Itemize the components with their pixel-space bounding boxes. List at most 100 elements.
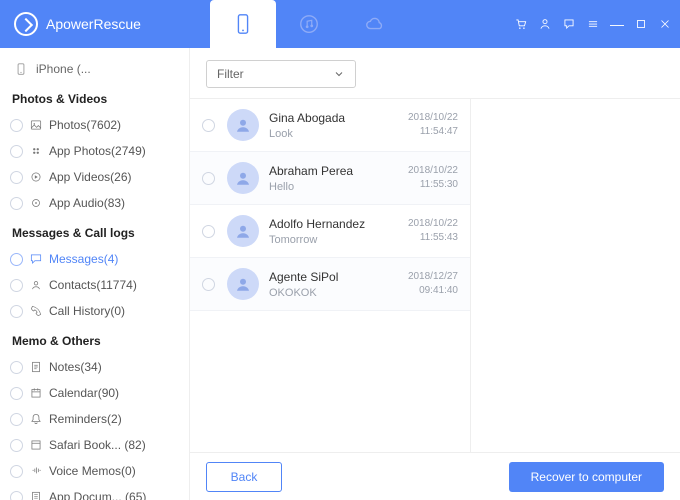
avatar (227, 268, 259, 300)
message-time: 09:41:40 (408, 284, 458, 298)
radio-icon (10, 465, 23, 478)
sidebar-item-label: Call History(0) (49, 304, 125, 318)
menu-icon[interactable] (586, 17, 600, 31)
radio-icon (10, 145, 23, 158)
person-icon (234, 116, 252, 134)
calendar-icon (29, 386, 43, 400)
phone-icon (232, 13, 254, 35)
sidebar-item-label: App Videos(26) (49, 170, 132, 184)
sidebar-item-label: Notes(34) (49, 360, 102, 374)
cart-icon[interactable] (514, 17, 528, 31)
sidebar-item-voice-memos[interactable]: Voice Memos(0) (0, 458, 189, 484)
messages-icon (29, 252, 43, 266)
radio-icon (10, 413, 23, 426)
person-icon (234, 275, 252, 293)
message-preview: Tomorrow (269, 234, 398, 246)
filter-bar: Filter (190, 48, 680, 98)
logo-icon (14, 12, 38, 36)
close-icon[interactable] (658, 17, 672, 31)
radio-icon (10, 361, 23, 374)
message-name: Adolfo Hernandez (269, 217, 398, 231)
sidebar-device[interactable]: iPhone (... (0, 56, 189, 82)
back-button[interactable]: Back (206, 462, 282, 492)
message-name: Agente SiPol (269, 270, 398, 284)
photos-icon (29, 118, 43, 132)
sidebar-item-contacts[interactable]: Contacts(11774) (0, 272, 189, 298)
message-time: 11:55:30 (408, 178, 458, 192)
sidebar-item-label: App Photos(2749) (49, 144, 146, 158)
device-phone-icon (14, 62, 28, 76)
reminders-icon (29, 412, 43, 426)
message-date: 2018/10/22 (408, 111, 458, 125)
header-tabs (210, 0, 408, 48)
chevron-down-icon (333, 68, 345, 80)
message-preview: Hello (269, 181, 398, 193)
notes-icon (29, 360, 43, 374)
filter-label: Filter (217, 67, 244, 81)
message-item[interactable]: Agente SiPol OKOKOK 2018/12/2709:41:40 (190, 258, 470, 311)
radio-icon[interactable] (202, 278, 215, 291)
app-videos-icon (29, 170, 43, 184)
sidebar-item-label: Photos(7602) (49, 118, 121, 132)
message-list: Gina AbogadaLook 2018/10/2211:54:47 Abra… (190, 99, 470, 452)
sidebar-item-call-history[interactable]: Call History(0) (0, 298, 189, 324)
message-item[interactable]: Gina AbogadaLook 2018/10/2211:54:47 (190, 99, 470, 152)
message-name: Abraham Perea (269, 164, 398, 178)
sidebar-item-label: Reminders(2) (49, 412, 122, 426)
message-time: 11:55:43 (408, 231, 458, 245)
radio-icon (10, 491, 23, 500)
avatar (227, 162, 259, 194)
recover-button[interactable]: Recover to computer (509, 462, 664, 492)
section-memo-title: Memo & Others (0, 324, 189, 354)
recover-button-label: Recover to computer (531, 470, 642, 484)
device-label: iPhone (... (36, 62, 91, 76)
app-docs-icon (29, 490, 43, 500)
sidebar-item-label: Safari Book... (82) (49, 438, 146, 452)
message-item[interactable]: Adolfo Hernandez Tomorrow 2018/10/2211:55… (190, 205, 470, 258)
sidebar-item-app-audio[interactable]: App Audio(83) (0, 190, 189, 216)
sidebar-item-photos[interactable]: Photos(7602) (0, 112, 189, 138)
radio-icon[interactable] (202, 119, 215, 132)
sidebar-item-calendar[interactable]: Calendar(90) (0, 380, 189, 406)
sidebar-item-label: Contacts(11774) (49, 278, 137, 292)
feedback-icon[interactable] (562, 17, 576, 31)
maximize-icon[interactable] (634, 17, 648, 31)
sidebar-item-reminders[interactable]: Reminders(2) (0, 406, 189, 432)
window-controls: — (514, 17, 672, 31)
safari-icon (29, 438, 43, 452)
filter-dropdown[interactable]: Filter (206, 60, 356, 88)
user-icon[interactable] (538, 17, 552, 31)
sidebar-item-messages[interactable]: Messages(4) (0, 246, 189, 272)
sidebar-item-label: Calendar(90) (49, 386, 119, 400)
contacts-icon (29, 278, 43, 292)
message-date: 2018/12/27 (408, 270, 458, 284)
message-item[interactable]: Abraham Perea Hello 2018/10/2211:55:30 (190, 152, 470, 205)
radio-icon (10, 279, 23, 292)
sidebar-item-safari[interactable]: Safari Book... (82) (0, 432, 189, 458)
tab-device[interactable] (210, 0, 276, 48)
sidebar-item-app-videos[interactable]: App Videos(26) (0, 164, 189, 190)
minimize-icon[interactable]: — (610, 17, 624, 31)
radio-icon[interactable] (202, 172, 215, 185)
message-date: 2018/10/22 (408, 164, 458, 178)
tab-music[interactable] (276, 0, 342, 48)
radio-icon[interactable] (202, 225, 215, 238)
sidebar-item-notes[interactable]: Notes(34) (0, 354, 189, 380)
call-history-icon (29, 304, 43, 318)
message-preview: OKOKOK (269, 287, 398, 299)
message-date: 2018/10/22 (408, 217, 458, 231)
music-icon (298, 13, 320, 35)
footer: Back Recover to computer (190, 452, 680, 500)
radio-icon (10, 197, 23, 210)
radio-icon (10, 439, 23, 452)
app-title: ApowerRescue (46, 16, 141, 32)
radio-icon (10, 253, 23, 266)
sidebar-item-app-docs[interactable]: App Docum... (65) (0, 484, 189, 500)
app-logo: ApowerRescue (0, 12, 141, 36)
sidebar-item-label: App Docum... (65) (49, 490, 146, 500)
voice-memos-icon (29, 464, 43, 478)
radio-icon (10, 119, 23, 132)
app-photos-icon (29, 144, 43, 158)
sidebar-item-app-photos[interactable]: App Photos(2749) (0, 138, 189, 164)
tab-cloud[interactable] (342, 0, 408, 48)
